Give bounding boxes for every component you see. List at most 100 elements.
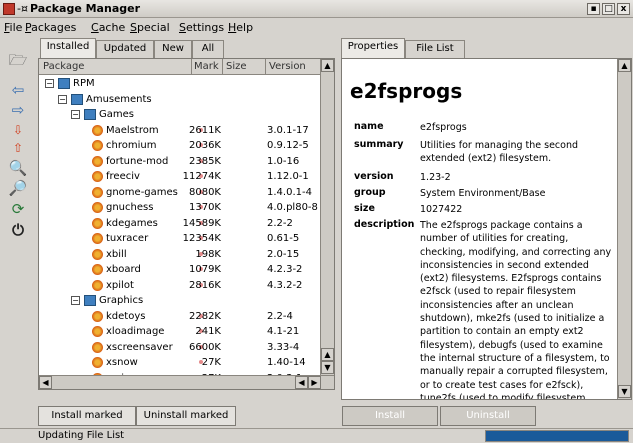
column-divider[interactable] bbox=[222, 59, 223, 75]
tree-package-row[interactable]: chromium 2036K 0.9.12-5 bbox=[39, 138, 321, 154]
tree-package-row[interactable]: fortune-mod 2385K 1.0-16 bbox=[39, 154, 321, 170]
tab-installed[interactable]: Installed bbox=[40, 38, 96, 58]
title-bar[interactable]: -¤ Package Manager ▪ □ x bbox=[0, 0, 633, 18]
open-folder-icon[interactable]: 🗁 bbox=[8, 50, 28, 70]
field-label-size: size bbox=[354, 203, 375, 214]
tree-package-row[interactable]: xboard 1079K 4.2.3-2 bbox=[39, 262, 321, 278]
refresh-icon[interactable]: ⟳ bbox=[8, 199, 28, 219]
search-icon[interactable]: 🔍 bbox=[8, 158, 28, 178]
scroll-down-arrow-icon[interactable]: ▼ bbox=[618, 385, 631, 398]
package-icon bbox=[92, 124, 103, 136]
tree-package-row[interactable]: freeciv 11274K 1.12.0-1 bbox=[39, 169, 321, 185]
tree-package-row[interactable]: gnuchess 1370K 4.0.pl80-8 bbox=[39, 200, 321, 216]
collapse-toggle-icon[interactable]: − bbox=[71, 110, 80, 119]
menu-file[interactable]: File bbox=[4, 21, 22, 34]
tree-package-row[interactable]: kdegames 14589K 2.2-2 bbox=[39, 216, 321, 232]
tree-group-row[interactable]: − Graphics bbox=[39, 293, 321, 309]
field-value-name: e2fsprogs bbox=[420, 122, 467, 133]
package-tree[interactable]: Package Mark Size Version − RPM − Amusement… bbox=[38, 58, 335, 390]
scroll-up-arrow-icon[interactable]: ▲ bbox=[321, 59, 334, 72]
package-icon bbox=[92, 357, 103, 368]
tree-vertical-scrollbar[interactable]: ▲ ▲ ▼ bbox=[320, 59, 334, 375]
column-mark[interactable]: Mark bbox=[194, 61, 219, 72]
tab-all[interactable]: All bbox=[192, 40, 224, 58]
tab-updated[interactable]: Updated bbox=[96, 40, 154, 58]
menu-help[interactable]: Help bbox=[228, 21, 253, 34]
package-title: e2fsprogs bbox=[350, 79, 463, 103]
find-icon[interactable]: 🔎 bbox=[8, 178, 28, 198]
collapse-toggle-icon[interactable]: − bbox=[45, 79, 54, 88]
package-version: 4.0.pl80-8 bbox=[267, 202, 318, 213]
tree-item-label: kdegames bbox=[106, 217, 158, 229]
tree-item-label: freeciv bbox=[106, 171, 140, 182]
package-version: 2.2-4 bbox=[267, 310, 293, 322]
package-version: 4.3.2-2 bbox=[267, 279, 303, 291]
scroll-down-arrow-icon[interactable]: ▼ bbox=[321, 361, 334, 374]
package-size: 11274K bbox=[182, 171, 221, 182]
tree-group-row[interactable]: − Amusements bbox=[39, 92, 321, 108]
tree-package-row[interactable]: kdetoys 2282K 2.2-4 bbox=[39, 309, 321, 325]
menu-settings[interactable]: Settings bbox=[179, 21, 224, 34]
power-icon[interactable]: ⏻ bbox=[8, 220, 28, 240]
tree-horizontal-scrollbar[interactable]: ◀ ◀ ▶ bbox=[39, 375, 334, 389]
uninstall-icon[interactable]: ⇧ bbox=[8, 138, 28, 158]
menu-special[interactable]: Special bbox=[130, 21, 170, 34]
menu-packages[interactable]: Packages bbox=[25, 21, 76, 34]
progress-bar bbox=[485, 430, 629, 442]
field-value-version: 1.23-2 bbox=[420, 172, 451, 183]
column-divider[interactable] bbox=[191, 59, 192, 75]
tree-package-row[interactable]: tuxracer 12354K 0.61-5 bbox=[39, 231, 321, 247]
forward-arrow-icon[interactable]: ⇨ bbox=[8, 100, 28, 120]
package-version: 0.61-5 bbox=[267, 233, 300, 244]
field-value-group: System Environment/Base bbox=[420, 188, 546, 199]
tree-package-row[interactable]: xsnow 27K 1.40-14 bbox=[39, 355, 321, 371]
column-size[interactable]: Size bbox=[226, 61, 247, 72]
package-version: 3.0.1-17 bbox=[267, 124, 309, 136]
tree-header: Package Mark Size Version bbox=[39, 59, 321, 75]
tree-package-row[interactable]: xpilot 2816K 4.3.2-2 bbox=[39, 278, 321, 294]
column-version[interactable]: Version bbox=[269, 61, 306, 72]
collapse-toggle-icon[interactable]: − bbox=[58, 94, 67, 104]
tree-package-row[interactable]: Maelstrom 2611K 3.0.1-17 bbox=[39, 123, 321, 139]
tree-group-row[interactable]: − RPM bbox=[39, 76, 321, 92]
collapse-toggle-icon[interactable]: − bbox=[71, 296, 80, 305]
close-button[interactable]: x bbox=[617, 3, 630, 15]
tab-new[interactable]: New bbox=[154, 40, 192, 58]
install-button[interactable]: Install bbox=[342, 406, 438, 426]
window-title: Package Manager bbox=[30, 2, 140, 15]
uninstall-button[interactable]: Uninstall bbox=[440, 406, 536, 426]
package-version: 1.12.0-1 bbox=[267, 171, 309, 182]
tree-package-row[interactable]: xloadimage 241K 4.1-21 bbox=[39, 324, 321, 340]
scroll-left-arrow-icon[interactable]: ◀ bbox=[295, 376, 308, 389]
back-arrow-icon[interactable]: ⇦ bbox=[8, 80, 28, 100]
maximize-button[interactable]: □ bbox=[602, 3, 615, 15]
status-bar: Updating File List bbox=[0, 428, 633, 443]
tree-package-row[interactable]: xscreensaver 6600K 3.33-4 bbox=[39, 340, 321, 356]
minimize-button[interactable]: ▪ bbox=[587, 3, 600, 15]
tab-file-list[interactable]: File List bbox=[405, 40, 465, 58]
package-icon bbox=[92, 155, 103, 167]
tree-item-label: xscreensaver bbox=[106, 341, 173, 353]
uninstall-marked-button[interactable]: Uninstall marked bbox=[136, 406, 236, 426]
scroll-up-arrow-icon[interactable]: ▲ bbox=[618, 59, 631, 72]
package-version: 1.4.0.1-4 bbox=[267, 186, 312, 198]
tree-group-row[interactable]: − Games bbox=[39, 107, 321, 123]
package-size: 1370K bbox=[188, 202, 221, 213]
scroll-right-arrow-icon[interactable]: ▶ bbox=[308, 376, 321, 389]
tab-properties[interactable]: Properties bbox=[341, 38, 405, 58]
install-marked-button[interactable]: Install marked bbox=[38, 406, 136, 426]
menu-cache[interactable]: Cache bbox=[91, 21, 125, 34]
column-package[interactable]: Package bbox=[43, 61, 84, 72]
tree-item-label: xbill bbox=[106, 248, 127, 260]
package-size: 1079K bbox=[188, 264, 221, 275]
pin-icon[interactable]: -¤ bbox=[17, 2, 28, 15]
install-icon[interactable]: ⇩ bbox=[8, 120, 28, 140]
scroll-up-arrow-icon[interactable]: ▲ bbox=[321, 348, 334, 361]
details-vertical-scrollbar[interactable]: ▲ ▼ bbox=[617, 59, 631, 399]
scroll-left-arrow-icon[interactable]: ◀ bbox=[39, 376, 52, 389]
tree-package-row[interactable]: gnome-games 8080K 1.4.0.1-4 bbox=[39, 185, 321, 201]
tree-package-row[interactable]: xbill 198K 2.0-15 bbox=[39, 247, 321, 263]
progress-fill bbox=[486, 431, 628, 441]
column-divider[interactable] bbox=[265, 59, 266, 75]
properties-panel: e2fsprogs name e2fsprogs summary Utiliti… bbox=[341, 58, 632, 400]
